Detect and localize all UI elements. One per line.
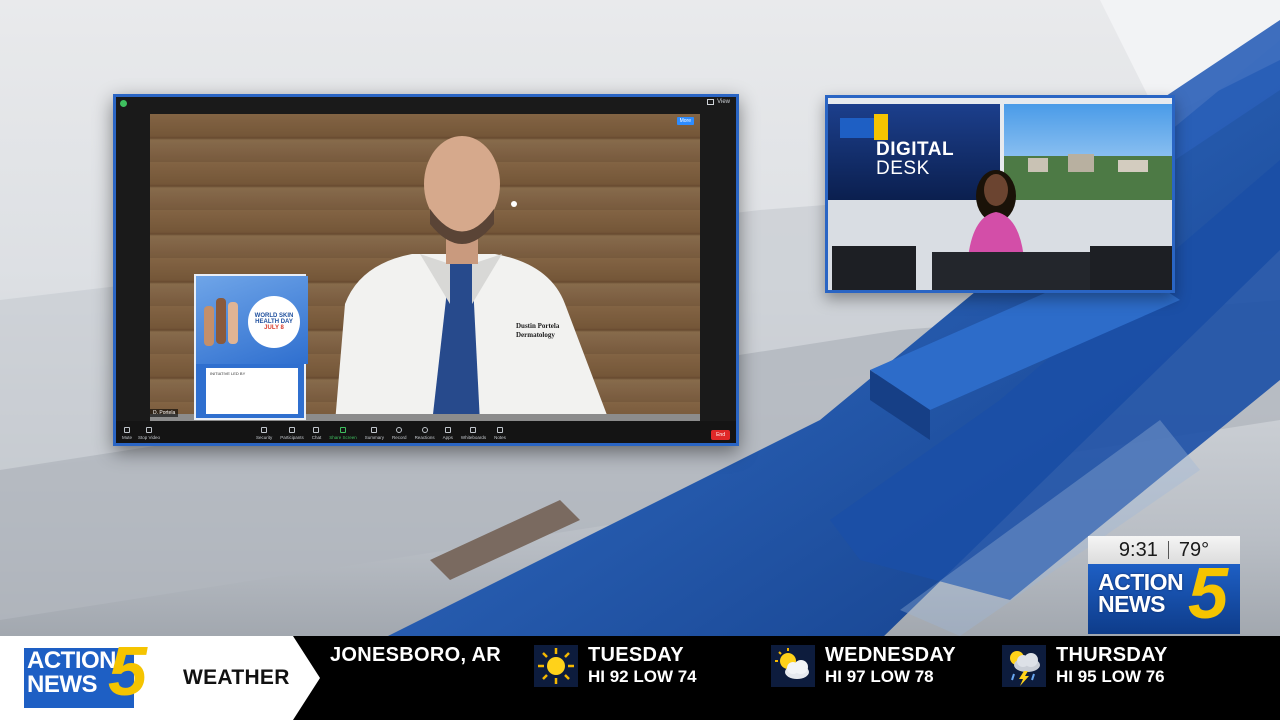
action-news-5-logo: ACTION NEWS 5 (1088, 564, 1240, 634)
thunderstorm-icon (1002, 645, 1046, 687)
ticker-logo: ACTION NEWS 5 (0, 636, 170, 720)
coat-name: Dustin Portela (516, 322, 560, 330)
security-button[interactable]: Security (256, 427, 272, 440)
reactions-label: Reactions (414, 435, 435, 440)
summary-icon (371, 427, 378, 433)
partly-cloudy-icon (771, 645, 815, 687)
ticker-logo-number: 5 (108, 636, 147, 710)
weather-label: WEATHER (183, 666, 290, 689)
time-temp-bar: 9:31 79° (1088, 536, 1240, 564)
share-icon (340, 427, 347, 433)
zoom-title-bar: View (116, 97, 736, 111)
share-screen-label: Share Screen (329, 435, 357, 440)
day-name: TUESDAY (588, 644, 684, 666)
forecast-day: THURSDAY HI 95 LOW 76 (1002, 644, 1168, 687)
divider (1167, 541, 1169, 559)
digital-desk-window: DIGITAL DESK (825, 95, 1175, 293)
zoom-toolbar: Mute Stop Video Security Participants Ch… (116, 421, 736, 443)
sun-icon (534, 645, 578, 687)
participant-name-tag: D. Portela (150, 409, 179, 417)
coat-embroidery: Dustin Portela Dermatology (516, 322, 559, 340)
shield-icon (261, 427, 268, 433)
whiteboards-button[interactable]: Whiteboards (461, 427, 486, 440)
apps-button[interactable]: Apps (443, 427, 453, 440)
day-hilo: HI 97 LOW 78 (825, 667, 934, 686)
apps-icon (444, 427, 451, 433)
forecast-day: WEDNESDAY HI 97 LOW 78 (771, 644, 956, 687)
zoom-call-window: View WORLD SKIN HEALTH DAY JULY 8 INITIA… (113, 94, 739, 446)
notes-icon (496, 427, 503, 433)
sign-small-text: INITIATIVE LED BY (210, 371, 246, 376)
participants-label: Participants (280, 435, 304, 440)
bug-logo-line2: NEWS (1098, 590, 1166, 617)
whiteboard-icon (470, 427, 477, 433)
forecast-day: TUESDAY HI 92 LOW 74 (534, 644, 697, 687)
coat-dept: Dermatology (516, 331, 555, 340)
stop-video-label: Stop Video (138, 435, 160, 440)
record-label: Record (392, 435, 407, 440)
digital-desk-line1: DIGITAL (876, 139, 955, 160)
day-hilo: HI 92 LOW 74 (588, 667, 697, 686)
notes-label: Notes (494, 435, 506, 440)
chat-button[interactable]: Chat (311, 427, 322, 440)
share-screen-button[interactable]: Share Screen (329, 427, 357, 440)
whiteboards-label: Whiteboards (460, 435, 487, 440)
camera-icon (145, 427, 152, 433)
summary-button[interactable]: Summary (365, 427, 384, 440)
digital-desk-title: DIGITAL DESK (876, 140, 954, 178)
chat-icon (313, 427, 320, 433)
view-button[interactable]: View (707, 99, 730, 105)
day-name: THURSDAY (1056, 644, 1168, 666)
notes-button[interactable]: Notes (494, 427, 506, 440)
bug-logo-number: 5 (1188, 564, 1229, 634)
weather-segment-label: WEATHER (170, 636, 320, 720)
reactions-button[interactable]: Reactions (415, 427, 435, 440)
chat-label: Chat (311, 435, 322, 440)
security-shield-icon (120, 100, 127, 107)
current-time: 9:31 (1118, 538, 1158, 561)
location-label: JONESBORO, AR (330, 644, 501, 666)
people-icon (288, 427, 295, 433)
view-label: View (717, 99, 730, 105)
summary-label: Summary (364, 435, 385, 440)
stop-video-button[interactable]: Stop Video (138, 427, 160, 440)
day-name: WEDNESDAY (825, 644, 956, 666)
ticker-logo-line1: ACTION (27, 647, 117, 674)
sign-title-3: JULY 8 (264, 325, 284, 331)
ticker-logo-line2: NEWS (27, 670, 98, 698)
microphone-icon (124, 427, 130, 433)
mute-button[interactable]: Mute (122, 427, 132, 440)
end-call-button[interactable]: End (711, 430, 730, 440)
apps-label: Apps (442, 435, 453, 440)
world-skin-health-day-sign: WORLD SKIN HEALTH DAY JULY 8 INITIATIVE … (194, 274, 308, 420)
participant-video: WORLD SKIN HEALTH DAY JULY 8 INITIATIVE … (150, 114, 700, 423)
record-icon (396, 427, 403, 433)
current-temp: 79° (1178, 538, 1210, 561)
day-hilo: HI 95 LOW 76 (1056, 667, 1165, 686)
security-label: Security (255, 435, 273, 440)
time-temp-bug: 9:31 79° ACTION NEWS 5 (1088, 536, 1240, 634)
mute-label: Mute (122, 435, 133, 440)
layout-button[interactable]: More (676, 117, 694, 125)
participants-button[interactable]: Participants (280, 427, 304, 440)
digital-desk-line2: DESK (876, 158, 930, 179)
record-button[interactable]: Record (392, 427, 407, 440)
grid-icon (707, 99, 715, 105)
smiley-icon (421, 427, 428, 433)
weather-ticker: ACTION NEWS 5 WEATHER JONESBORO, AR TUES… (0, 636, 1280, 720)
